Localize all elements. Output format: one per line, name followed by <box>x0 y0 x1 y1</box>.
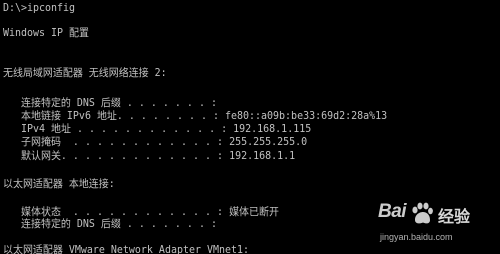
command-line: D:\>ipconfig <box>3 2 76 14</box>
adapter-heading: 无线局域网适配器 无线网络连接 2: <box>3 67 167 79</box>
watermark-logo: Bai <box>378 201 407 222</box>
output-line: 默认网关. . . . . . . . . . . . . : 192.168.… <box>3 150 296 162</box>
output-line: 连接特定的 DNS 后缀 . . . . . . . : <box>3 97 217 109</box>
watermark-name: 经验 <box>438 207 471 226</box>
paw-icon <box>412 202 433 224</box>
output-line: IPv4 地址 . . . . . . . . . . . . : 192.16… <box>3 123 312 135</box>
output-line: 子网掩码 . . . . . . . . . . . . : 255.255.2… <box>3 136 308 148</box>
output-line: 连接特定的 DNS 后缀 . . . . . . . : <box>3 218 217 230</box>
watermark-url: jingyan.baidu.com <box>380 232 453 242</box>
output-line: 本地链接 IPv6 地址. . . . . . . . : fe80::a09b… <box>3 110 388 122</box>
output-line: 媒体状态 . . . . . . . . . . . . : 媒体已断开 <box>3 206 279 218</box>
adapter-heading: 以太网适配器 VMware Network Adapter VMnet1: <box>3 244 250 254</box>
adapter-heading: 以太网适配器 本地连接: <box>3 178 115 190</box>
watermark: Bai 经验 jingyan.baidu.com <box>378 199 496 249</box>
section-heading: Windows IP 配置 <box>3 27 90 39</box>
